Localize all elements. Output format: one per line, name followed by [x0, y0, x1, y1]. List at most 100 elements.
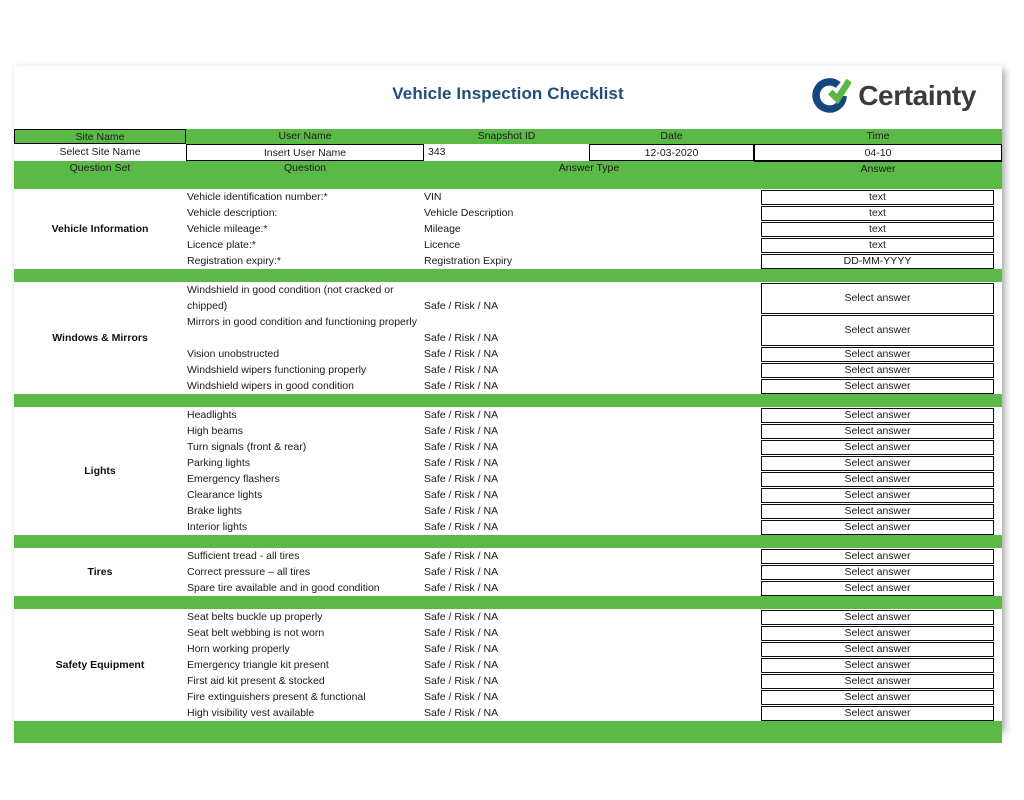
answer-input[interactable]: Select answer — [761, 548, 994, 564]
answer-type-text: Safe / Risk / NA — [424, 425, 499, 437]
header-time: Time — [866, 130, 890, 142]
section-separator — [14, 394, 1002, 407]
answer-input[interactable]: Select answer — [761, 378, 994, 394]
answer-input[interactable]: Select answer — [761, 423, 994, 439]
answer-cell: Select answer — [754, 282, 1002, 314]
answer-cell: Select answer — [754, 564, 1002, 580]
answer-input[interactable]: DD-MM-YYYY — [761, 253, 994, 269]
meta-header-row: Site Name User Name Snapshot ID Date Tim… — [14, 129, 1002, 144]
user-name-field[interactable]: Insert User Name — [186, 144, 424, 161]
section-title: Safety Equipment — [55, 659, 145, 671]
site-name-field[interactable]: Select Site Name — [14, 144, 186, 161]
checklist-sections: Vehicle Information Vehicle identificatio… — [14, 176, 1002, 721]
document-header: Vehicle Inspection Checklist Certainty — [14, 66, 1002, 129]
answer-cell: Select answer — [754, 548, 1002, 564]
question-text: Emergency flashers — [187, 473, 280, 485]
answer-type-text: Safe / Risk / NA — [424, 380, 499, 392]
answer-cell: Select answer — [754, 580, 1002, 596]
snapshot-id-field[interactable]: 343 — [424, 144, 589, 161]
answer-input[interactable]: Select answer — [761, 471, 994, 487]
answer-input[interactable]: Select answer — [761, 503, 994, 519]
section-rows: Headlights Safe / Risk / NA Select answer H… — [186, 407, 1002, 535]
answer-cell: Select answer — [754, 625, 1002, 641]
header-site-name: Site Name — [14, 129, 186, 144]
answer-type-text: Safe / Risk / NA — [424, 566, 499, 578]
brand-name: Certainty — [858, 80, 976, 111]
answer-type-text: Safe / Risk / NA — [424, 505, 499, 517]
answer-input[interactable]: text — [761, 221, 994, 237]
question-text: Brake lights — [187, 505, 242, 517]
section-rows: Seat belts buckle up properly Safe / Risk… — [186, 609, 1002, 721]
checklist-section: Vehicle Information Vehicle identificatio… — [14, 189, 1002, 269]
question-row: Horn working properly Safe / Risk / NA Sel… — [186, 641, 1002, 657]
answer-cell: Select answer — [754, 471, 1002, 487]
answer-cell: Select answer — [754, 362, 1002, 378]
time-field[interactable]: 04-10 — [754, 144, 1002, 161]
answer-cell: text — [754, 221, 1002, 237]
answer-input[interactable]: Select answer — [761, 564, 994, 580]
footer-band — [14, 721, 1002, 743]
answer-type-text: Safe / Risk / NA — [424, 489, 499, 501]
answer-input[interactable]: Select answer — [761, 609, 994, 625]
question-row: High beams Safe / Risk / NA Select answer — [186, 423, 1002, 439]
answer-input[interactable]: Select answer — [761, 407, 994, 423]
answer-input[interactable]: text — [761, 205, 994, 221]
answer-type-text: Safe / Risk / NA — [424, 409, 499, 421]
answer-cell: text — [754, 189, 1002, 205]
question-row: Mirrors in good condition and functionin… — [186, 314, 1002, 346]
answer-cell: Select answer — [754, 503, 1002, 519]
question-text: Turn signals (front & rear) — [187, 441, 307, 453]
header-date: Date — [660, 130, 683, 142]
question-text: Licence plate:* — [187, 239, 256, 251]
question-row: Vision unobstructed Safe / Risk / NA Selec… — [186, 346, 1002, 362]
answer-type-text: Safe / Risk / NA — [424, 643, 499, 655]
answer-input[interactable]: Select answer — [761, 282, 994, 314]
question-row: Vehicle description: Vehicle Description t… — [186, 205, 1002, 221]
checklist-document: Vehicle Inspection Checklist Certainty S… — [14, 66, 1002, 743]
answer-cell: Select answer — [754, 314, 1002, 346]
section-separator — [14, 535, 1002, 548]
answer-input[interactable]: Select answer — [761, 362, 994, 378]
answer-type-text: Safe / Risk / NA — [424, 473, 499, 485]
answer-input[interactable]: Select answer — [761, 625, 994, 641]
answer-cell: Select answer — [754, 519, 1002, 535]
section-separator — [14, 269, 1002, 282]
answer-cell: Select answer — [754, 689, 1002, 705]
answer-input[interactable]: text — [761, 189, 994, 205]
answer-input[interactable]: Select answer — [761, 487, 994, 503]
date-field[interactable]: 12-03-2020 — [589, 144, 754, 161]
answer-input[interactable]: Select answer — [761, 580, 994, 596]
answer-input[interactable]: text — [761, 237, 994, 253]
answer-input[interactable]: Select answer — [761, 657, 994, 673]
answer-input[interactable]: Select answer — [761, 314, 994, 346]
question-text: Spare tire available and in good conditi… — [187, 582, 380, 594]
answer-type-text: Safe / Risk / NA — [424, 675, 499, 687]
question-row: Fire extinguishers present & functional S… — [186, 689, 1002, 705]
section-separator — [14, 596, 1002, 609]
question-text: Windshield in good condition (not cracke… — [187, 284, 394, 312]
brand-logo: Certainty — [809, 75, 976, 117]
answer-input[interactable]: Select answer — [761, 519, 994, 535]
answer-input[interactable]: Select answer — [761, 346, 994, 362]
answer-input[interactable]: Select answer — [761, 439, 994, 455]
question-row: Correct pressure – all tires Safe / Risk … — [186, 564, 1002, 580]
header-snapshot-id: Snapshot ID — [477, 130, 536, 142]
answer-cell: Select answer — [754, 609, 1002, 625]
answer-type-text: VIN — [424, 191, 442, 203]
answer-input[interactable]: Select answer — [761, 705, 994, 721]
answer-input[interactable]: Select answer — [761, 455, 994, 471]
answer-input[interactable]: Select answer — [761, 689, 994, 705]
question-row: Sufficient tread - all tires Safe / Risk … — [186, 548, 1002, 564]
column-header-question: Question — [283, 162, 327, 174]
section-rows: Sufficient tread - all tires Safe / Risk … — [186, 548, 1002, 596]
answer-cell: Select answer — [754, 657, 1002, 673]
answer-cell: text — [754, 237, 1002, 253]
answer-type-text: Mileage — [424, 223, 461, 235]
answer-input[interactable]: Select answer — [761, 673, 994, 689]
checklist-section: Windows & Mirrors Windshield in good cond… — [14, 282, 1002, 394]
question-text: Windshield wipers functioning properly — [187, 364, 367, 376]
answer-cell: Select answer — [754, 346, 1002, 362]
answer-input[interactable]: Select answer — [761, 641, 994, 657]
question-row: Spare tire available and in good conditi… — [186, 580, 1002, 596]
question-text: Mirrors in good condition and functionin… — [187, 316, 417, 328]
